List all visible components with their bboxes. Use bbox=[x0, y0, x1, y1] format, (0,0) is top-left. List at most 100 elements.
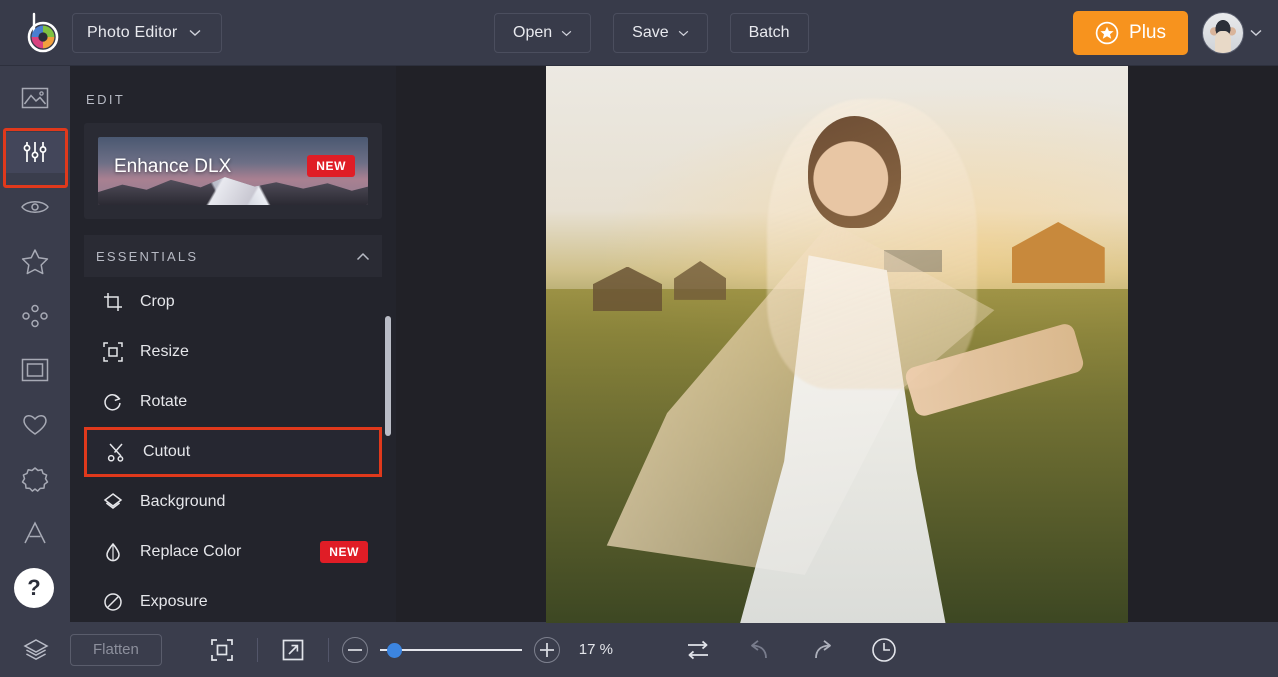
menu-item-exposure[interactable]: Exposure bbox=[84, 577, 382, 622]
enhance-dlx-promo-card[interactable]: Enhance DLX NEW bbox=[84, 123, 382, 219]
batch-button[interactable]: Batch bbox=[729, 13, 809, 53]
zoom-slider-handle[interactable] bbox=[387, 642, 403, 658]
zoom-slider[interactable] bbox=[379, 642, 522, 658]
menu-item-replace-color[interactable]: Replace Color NEW bbox=[84, 527, 382, 577]
fit-to-screen-button[interactable] bbox=[200, 630, 244, 670]
bottom-toolbar: Flatten 17 % bbox=[0, 622, 1278, 677]
help-button[interactable]: ? bbox=[14, 568, 54, 608]
batch-button-label: Batch bbox=[748, 24, 790, 41]
app-body: ? EDIT Enhance DLX NEW ESSENTIALS Crop R… bbox=[0, 66, 1278, 623]
star-icon bbox=[21, 248, 49, 275]
image-icon bbox=[21, 86, 49, 110]
open-button[interactable]: Open bbox=[494, 13, 592, 53]
droplet-icon bbox=[102, 542, 124, 562]
sidebar-item-text[interactable] bbox=[3, 513, 67, 553]
sidebar-item-artsy[interactable] bbox=[3, 296, 67, 336]
resize-icon bbox=[102, 342, 124, 362]
sidebar-item-touchup[interactable] bbox=[3, 187, 67, 227]
compare-button[interactable] bbox=[676, 630, 720, 670]
redo-button[interactable] bbox=[800, 630, 844, 670]
expand-icon bbox=[281, 638, 305, 662]
sidebar-item-overlays[interactable] bbox=[3, 404, 67, 444]
essentials-menu-list: Crop Resize Rotate Cutout Background Rep… bbox=[84, 277, 382, 622]
essentials-section: ESSENTIALS Crop Resize Rotate Cutout Bac… bbox=[84, 235, 382, 622]
top-right-zone: Plus bbox=[1073, 0, 1262, 66]
promo-new-badge: NEW bbox=[307, 155, 355, 177]
exposure-icon bbox=[102, 592, 124, 612]
redo-icon bbox=[810, 639, 834, 661]
account-menu[interactable] bbox=[1202, 12, 1262, 54]
replace-color-new-badge: NEW bbox=[320, 541, 368, 563]
app-selector[interactable]: Photo Editor bbox=[72, 12, 222, 53]
menu-item-cutout[interactable]: Cutout bbox=[84, 427, 382, 477]
menu-item-crop[interactable]: Crop bbox=[84, 277, 382, 327]
befunky-logo[interactable] bbox=[14, 11, 70, 55]
frame-icon bbox=[21, 358, 49, 382]
open-button-label: Open bbox=[513, 24, 553, 41]
divider bbox=[327, 637, 329, 662]
left-icon-rail: ? bbox=[0, 66, 70, 622]
bottom-right-controls bbox=[676, 630, 906, 670]
photo-editor-app: Photo Editor Open Save Batch Plus ? EDIT… bbox=[0, 0, 1278, 677]
history-button[interactable] bbox=[862, 630, 906, 670]
top-center-buttons: Open Save Batch bbox=[494, 13, 809, 53]
zoom-out-button[interactable] bbox=[341, 636, 368, 663]
edit-panel: EDIT Enhance DLX NEW ESSENTIALS Crop Res… bbox=[70, 66, 396, 622]
background-icon bbox=[102, 492, 124, 512]
chevron-up-icon bbox=[356, 252, 370, 261]
menu-item-resize[interactable]: Resize bbox=[84, 327, 382, 377]
panel-scrollbar[interactable] bbox=[385, 316, 391, 436]
chevron-down-icon bbox=[678, 30, 689, 37]
menu-item-label: Cutout bbox=[143, 443, 191, 460]
star-circle-icon bbox=[1095, 21, 1119, 45]
undo-icon bbox=[748, 639, 772, 661]
essentials-label: ESSENTIALS bbox=[96, 248, 199, 264]
chevron-down-icon bbox=[189, 29, 201, 37]
scissors-icon bbox=[105, 442, 127, 462]
save-button-label: Save bbox=[632, 24, 669, 41]
promo-banner-image: Enhance DLX NEW bbox=[98, 137, 368, 205]
plus-upgrade-button[interactable]: Plus bbox=[1073, 11, 1188, 55]
fit-to-screen-icon bbox=[210, 638, 234, 662]
undo-button[interactable] bbox=[738, 630, 782, 670]
sidebar-item-effects[interactable] bbox=[3, 241, 67, 281]
sidebar-item-frames[interactable] bbox=[3, 350, 67, 390]
panel-title: EDIT bbox=[86, 92, 126, 107]
chevron-down-icon bbox=[1250, 29, 1262, 37]
top-toolbar: Photo Editor Open Save Batch Plus bbox=[0, 0, 1278, 66]
chevron-down-icon bbox=[561, 30, 572, 37]
history-clock-icon bbox=[871, 637, 897, 663]
bride-head bbox=[807, 116, 901, 228]
layers-button[interactable] bbox=[14, 630, 58, 670]
help-button-label: ? bbox=[27, 575, 41, 600]
flatten-button[interactable]: Flatten bbox=[70, 633, 162, 666]
plus-button-label: Plus bbox=[1129, 22, 1166, 43]
crop-icon bbox=[102, 292, 124, 312]
bride-in-field-photo[interactable] bbox=[546, 66, 1128, 623]
badge-icon bbox=[21, 466, 49, 492]
sidebar-item-photos[interactable] bbox=[3, 78, 67, 118]
canvas-area[interactable] bbox=[396, 66, 1278, 623]
menu-item-background[interactable]: Background bbox=[84, 477, 382, 527]
sidebar-item-graphics[interactable] bbox=[3, 459, 67, 499]
expand-button[interactable] bbox=[271, 630, 315, 670]
save-button[interactable]: Save bbox=[613, 13, 708, 53]
zoom-level-value: 17 % bbox=[578, 641, 613, 658]
heart-icon bbox=[21, 412, 49, 437]
eye-icon bbox=[20, 197, 50, 217]
essentials-section-header[interactable]: ESSENTIALS bbox=[84, 235, 382, 277]
menu-item-rotate[interactable]: Rotate bbox=[84, 377, 382, 427]
sidebar-item-edit[interactable] bbox=[3, 132, 67, 173]
menu-item-label: Crop bbox=[140, 293, 175, 310]
promo-label: Enhance DLX bbox=[114, 156, 232, 177]
menu-item-label: Exposure bbox=[140, 593, 208, 610]
zoom-in-button[interactable] bbox=[533, 636, 560, 663]
sliders-icon bbox=[21, 140, 49, 166]
layers-icon bbox=[23, 638, 49, 662]
dots-icon bbox=[21, 304, 49, 328]
menu-item-label: Rotate bbox=[140, 393, 188, 410]
compare-icon bbox=[685, 639, 711, 661]
text-a-icon bbox=[21, 520, 49, 546]
avatar bbox=[1202, 12, 1244, 54]
rotate-icon bbox=[102, 392, 124, 412]
